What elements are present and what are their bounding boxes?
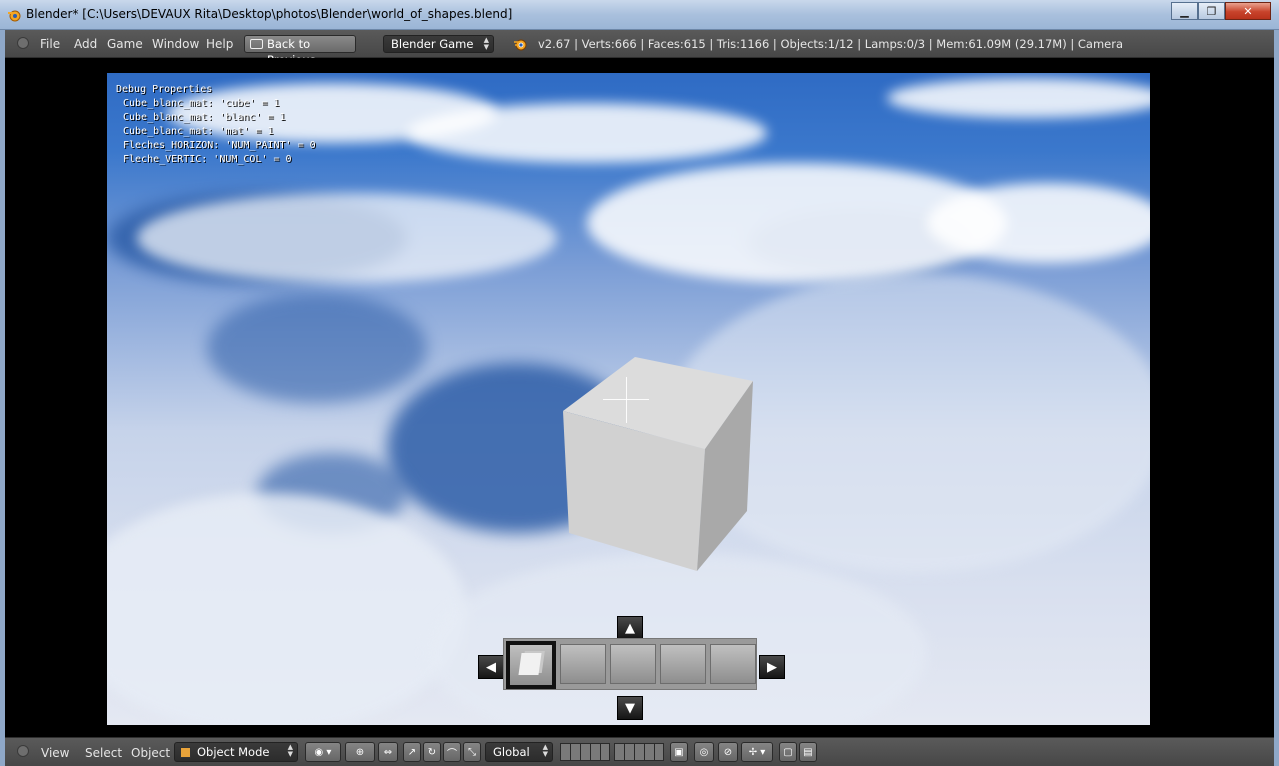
window-title: Blender* [C:\Users\DEVAUX Rita\Desktop\p… xyxy=(26,7,513,21)
inventory-slot[interactable] xyxy=(710,644,756,684)
debug-properties: Debug Properties Cube_blanc_mat: 'cube' … xyxy=(116,83,316,167)
menu-help[interactable]: Help xyxy=(206,37,233,51)
render-animation-icon[interactable]: ▤ xyxy=(799,742,817,762)
menu-select[interactable]: Select xyxy=(85,746,122,760)
arrow-left-button[interactable]: ◀ xyxy=(478,655,504,679)
header-collapse-icon[interactable] xyxy=(17,37,29,49)
orientation-select[interactable]: Global ▲ ▼ xyxy=(485,742,553,762)
arrow-right-button[interactable]: ▶ xyxy=(759,655,785,679)
snap-element-select[interactable]: ✢ ▾ xyxy=(741,742,773,762)
menu-file[interactable]: File xyxy=(40,37,60,51)
pivot-point-select[interactable]: ⊕ xyxy=(345,742,375,762)
render-engine-value: Blender Game xyxy=(391,37,474,51)
menu-view[interactable]: View xyxy=(41,746,69,760)
arrow-up-button[interactable]: ▲ xyxy=(617,616,643,640)
debug-header: Debug Properties xyxy=(116,84,213,95)
shape-inventory xyxy=(503,638,757,690)
window-titlebar: Blender* [C:\Users\DEVAUX Rita\Desktop\p… xyxy=(0,0,1279,30)
updown-arrows-icon: ▲ ▼ xyxy=(542,743,548,758)
header-collapse-icon[interactable] xyxy=(17,745,29,757)
window-controls: ▁ ❐ ✕ xyxy=(1171,2,1271,20)
render-engine-select[interactable]: Blender Game ▲ ▼ xyxy=(383,35,494,53)
back-to-previous-button[interactable]: Back to Previous xyxy=(244,35,356,67)
maximize-button[interactable]: ❐ xyxy=(1198,2,1225,20)
inventory-slot[interactable] xyxy=(560,644,606,684)
inventory-slot[interactable] xyxy=(660,644,706,684)
info-header: File Add Game Window Help Back to Previo… xyxy=(5,30,1274,67)
debug-line: Cube_blanc_mat: 'mat' = 1 xyxy=(123,126,274,137)
translate-manipulator-icon[interactable]: ↗ xyxy=(403,742,421,762)
cloud xyxy=(927,183,1150,263)
menu-object[interactable]: Object xyxy=(131,746,170,760)
cloud xyxy=(137,193,557,283)
menu-game[interactable]: Game xyxy=(107,37,143,51)
inventory-slot[interactable] xyxy=(610,644,656,684)
window-frame-right xyxy=(1274,30,1279,766)
menu-window[interactable]: Window xyxy=(152,37,199,51)
screen-back-icon xyxy=(250,39,263,49)
scene-stats: v2.67 | Verts:666 | Faces:615 | Tris:116… xyxy=(538,37,1124,51)
proportional-edit-icon[interactable]: ◎ xyxy=(694,742,714,762)
scene-layers-left[interactable] xyxy=(560,743,610,761)
crosshair-vertical xyxy=(626,377,627,423)
debug-line: Fleches_HORIZON: 'NUM_PAINT' = 0 xyxy=(123,140,316,151)
minimize-button[interactable]: ▁ xyxy=(1171,2,1198,20)
cloud xyxy=(107,493,467,725)
arrow-down-button[interactable]: ▼ xyxy=(617,696,643,720)
cube-thumbnail-icon xyxy=(518,653,542,675)
game-viewport[interactable]: Debug Properties Cube_blanc_mat: 'cube' … xyxy=(107,73,1150,725)
view3d-header: View Select Object Object Mode ▲ ▼ ◉ ▾ ⊕ … xyxy=(5,737,1274,766)
menu-add[interactable]: Add xyxy=(74,37,97,51)
inventory-slot-selected[interactable] xyxy=(506,641,556,689)
sky-patch xyxy=(207,293,427,403)
mode-value: Object Mode xyxy=(197,745,270,759)
orientation-value: Global xyxy=(493,745,530,759)
debug-line: Cube_blanc_mat: 'blanc' = 1 xyxy=(123,112,286,123)
debug-line: Cube_blanc_mat: 'cube' = 1 xyxy=(123,98,280,109)
scale-manipulator-icon[interactable]: ⤡ xyxy=(463,742,481,762)
manipulator-toggle[interactable]: ⇔ xyxy=(378,742,398,762)
cloud xyxy=(887,78,1150,118)
render-camera-icon[interactable]: ▢ xyxy=(779,742,797,762)
blender-app-icon xyxy=(8,10,21,22)
layer-lock-icon[interactable]: ▣ xyxy=(670,742,688,762)
arc-icon[interactable]: ⌒ xyxy=(443,742,461,762)
cloud xyxy=(407,103,767,163)
scene-layers-right[interactable] xyxy=(614,743,664,761)
updown-arrows-icon: ▲ ▼ xyxy=(287,743,293,758)
debug-line: Fleche_VERTIC: 'NUM_COL' = 0 xyxy=(123,154,292,165)
viewport-shading-select[interactable]: ◉ ▾ xyxy=(305,742,341,762)
mode-select[interactable]: Object Mode ▲ ▼ xyxy=(174,742,298,762)
rotate-manipulator-icon[interactable]: ↻ xyxy=(423,742,441,762)
blender-logo-icon xyxy=(514,39,527,51)
close-button[interactable]: ✕ xyxy=(1225,2,1271,20)
object-mode-icon xyxy=(180,747,191,758)
white-cube[interactable] xyxy=(557,353,757,578)
snap-toggle-icon[interactable]: ⊘ xyxy=(718,742,738,762)
updown-arrows-icon: ▲ ▼ xyxy=(483,36,489,51)
